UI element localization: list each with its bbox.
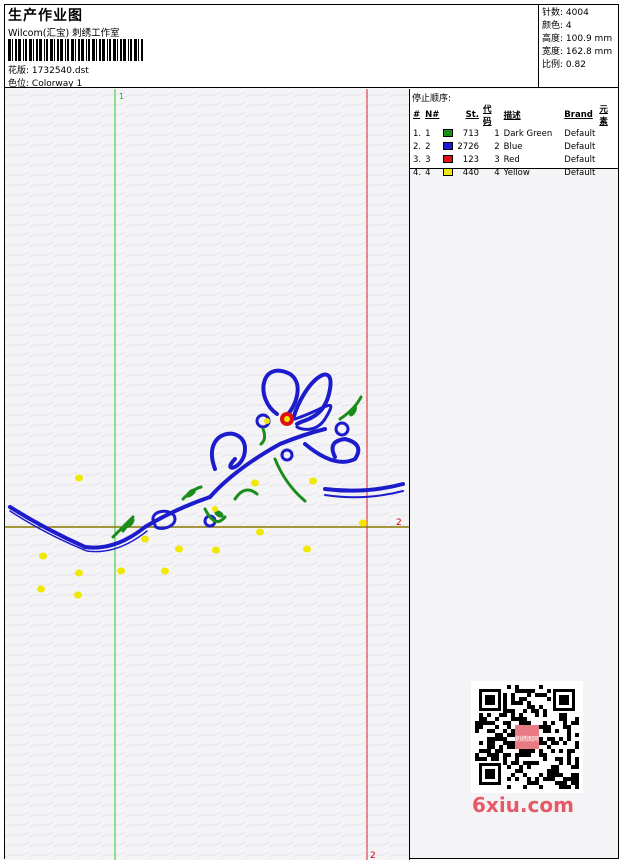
col-description: 描述 [503, 111, 521, 121]
stop-element [597, 166, 618, 179]
stop-needle: 4 [425, 167, 431, 178]
stop-element [597, 153, 618, 166]
stat-stitches: 针数: 4004 [542, 8, 589, 18]
red-flower [280, 412, 294, 426]
green-guide-label: 1 [119, 92, 124, 101]
stop-code: 1 [494, 128, 500, 139]
color-swatch [443, 129, 454, 137]
stop-sequence-panel: 停止顺序: # N# St. 代码 描述 Brand 元素 1. 1 713 1 Dar… [409, 89, 618, 178]
colorway-label: 色位: [8, 79, 30, 89]
stop-index: 1. [413, 128, 422, 139]
stop-description: Blue [503, 141, 523, 152]
col-needle: N# [425, 110, 440, 120]
stop-brand: Default [564, 128, 596, 139]
col-stitches: St. [465, 110, 480, 120]
panel-divider [409, 169, 410, 860]
stop-stitches: 440 [462, 167, 480, 178]
stop-needle: 3 [425, 154, 431, 165]
stop-needle: 1 [425, 128, 431, 139]
design-file: 花版: 1732540.dst [8, 63, 89, 76]
design-file-label: 花版: [8, 66, 30, 76]
stop-code: 2 [494, 141, 500, 152]
stop-swatch [441, 166, 455, 179]
page-title: 生产作业图 [8, 8, 83, 24]
stop-needle: 2 [425, 141, 431, 152]
stop-code: 4 [494, 167, 500, 178]
stop-sequence-table: # N# St. 代码 描述 Brand 元素 1. 1 713 1 Dark Gree… [411, 103, 618, 179]
stop-swatch [441, 127, 455, 140]
stop-swatch [441, 140, 455, 153]
stop-stitches: 123 [462, 154, 480, 165]
stop-index: 4. [413, 167, 422, 178]
stop-stitches: 2726 [457, 141, 480, 152]
stop-brand: Default [564, 167, 596, 178]
baseline-label: 2 [396, 518, 402, 528]
stop-stitches: 713 [462, 128, 480, 139]
stat-colors: 颜色: 4 [542, 21, 572, 31]
stamp-text: 刺绣图网 [515, 735, 539, 743]
colorway-name: Colorway 1 [31, 79, 83, 89]
embroidery-preview: 1 2 2 [5, 89, 409, 861]
stop-description: Yellow [503, 167, 530, 178]
stat-scale: 比例: 0.82 [542, 60, 586, 70]
col-swatch [441, 103, 455, 127]
watermark-text: 6xiu.com [472, 793, 574, 817]
stop-description: Dark Green [503, 128, 553, 139]
design-file-name: 1732540.dst [31, 66, 89, 76]
production-sheet: 生产作业图 Wilcom(汇宝) 刺绣工作室 花版: 1732540.dst 色… [4, 4, 619, 861]
red-guide-label-bottom: 2 [370, 851, 376, 860]
col-element: 元素 [599, 105, 608, 127]
stat-width: 宽度: 162.8 mm [542, 47, 613, 57]
stat-height: 高度: 100.9 mm [542, 34, 613, 44]
stop-code: 3 [494, 154, 500, 165]
stop-description: Red [503, 154, 520, 165]
col-index: # [413, 110, 421, 120]
qr-code: 刺绣图网 [471, 681, 583, 793]
color-swatch [443, 142, 454, 150]
stop-row: 3. 3 123 3 Red Default [411, 153, 618, 166]
header: 生产作业图 Wilcom(汇宝) 刺绣工作室 花版: 1732540.dst 色… [5, 5, 618, 89]
stop-element [597, 140, 618, 153]
color-swatch [443, 155, 454, 163]
stop-brand: Default [564, 154, 596, 165]
colorway: 色位: Colorway 1 [8, 76, 82, 89]
col-brand: Brand [564, 110, 593, 120]
design-canvas: 1 2 2 [5, 89, 409, 861]
color-swatch [443, 168, 454, 176]
barcode [8, 39, 143, 61]
stop-table-header: # N# St. 代码 描述 Brand 元素 [411, 103, 618, 127]
stop-index: 2. [413, 141, 422, 152]
stop-swatch [441, 153, 455, 166]
design-stats: 针数: 4004 颜色: 4 高度: 100.9 mm 宽度: 162.8 mm… [538, 5, 618, 88]
stop-index: 3. [413, 154, 422, 165]
stop-element [597, 127, 618, 140]
company-name: Wilcom(汇宝) 刺绣工作室 [8, 28, 120, 39]
stop-row: 2. 2 2726 2 Blue Default [411, 140, 618, 153]
stop-row: 1. 1 713 1 Dark Green Default [411, 127, 618, 140]
stop-row: 4. 4 440 4 Yellow Default [411, 166, 618, 179]
stop-brand: Default [564, 141, 596, 152]
col-code: 代码 [483, 105, 492, 127]
